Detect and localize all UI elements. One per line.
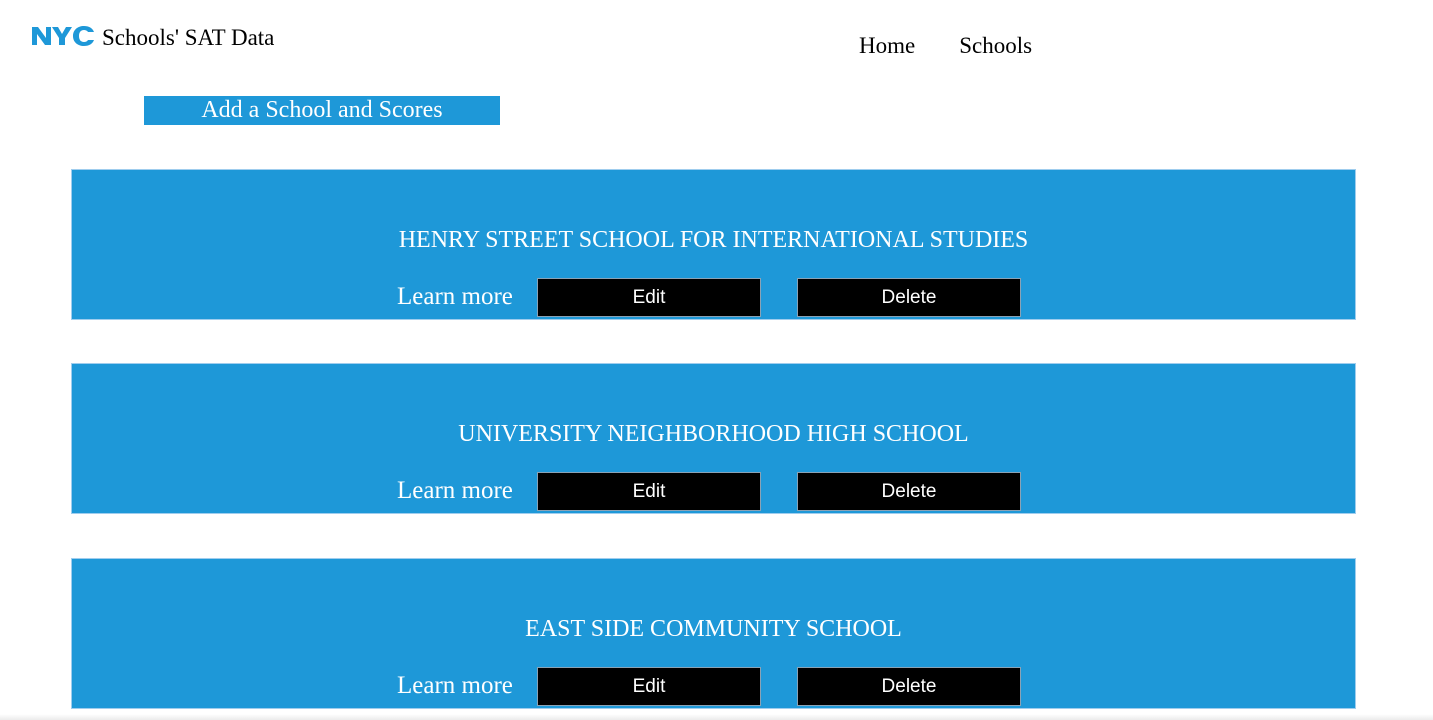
- delete-button[interactable]: Delete: [797, 472, 1021, 511]
- brand[interactable]: Schools' SAT Data: [32, 24, 275, 50]
- site-title: Schools' SAT Data: [102, 25, 275, 50]
- nav-home-link[interactable]: Home: [859, 33, 915, 59]
- school-card: EAST SIDE COMMUNITY SCHOOL Learn more Ed…: [71, 558, 1356, 709]
- learn-more-link[interactable]: Learn more: [397, 671, 513, 701]
- school-name: UNIVERSITY NEIGHBORHOOD HIGH SCHOOL: [458, 421, 969, 447]
- learn-more-link[interactable]: Learn more: [397, 476, 513, 506]
- school-card: HENRY STREET SCHOOL FOR INTERNATIONAL ST…: [71, 169, 1356, 320]
- edit-button[interactable]: Edit: [537, 667, 761, 706]
- delete-button[interactable]: Delete: [797, 278, 1021, 317]
- add-school-button[interactable]: Add a School and Scores: [144, 96, 500, 125]
- page: Schools' SAT Data Home Schools Add a Sch…: [0, 0, 1433, 720]
- school-name: EAST SIDE COMMUNITY SCHOOL: [525, 616, 902, 642]
- edit-button[interactable]: Edit: [537, 472, 761, 511]
- nyc-logo-icon: [32, 25, 94, 46]
- delete-button[interactable]: Delete: [797, 667, 1021, 706]
- nav-schools-link[interactable]: Schools: [959, 33, 1032, 59]
- school-name: HENRY STREET SCHOOL FOR INTERNATIONAL ST…: [398, 227, 1029, 253]
- page-bottom-shadow: [0, 714, 1433, 720]
- main-nav: Home Schools: [859, 33, 1032, 59]
- learn-more-link[interactable]: Learn more: [397, 282, 513, 312]
- school-card: UNIVERSITY NEIGHBORHOOD HIGH SCHOOL Lear…: [71, 363, 1356, 514]
- edit-button[interactable]: Edit: [537, 278, 761, 317]
